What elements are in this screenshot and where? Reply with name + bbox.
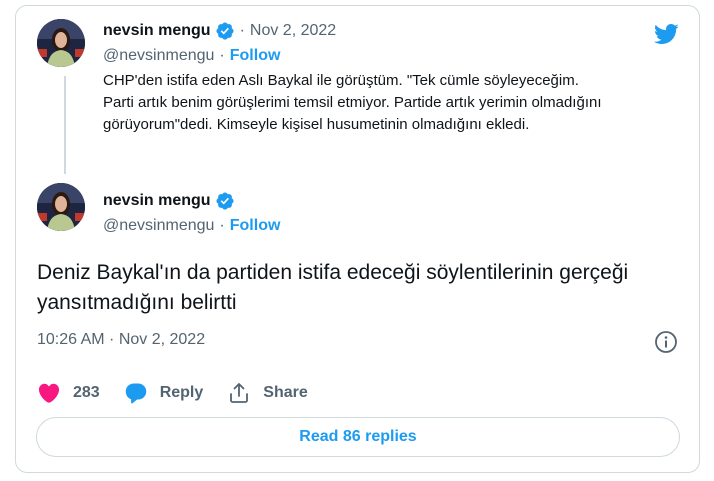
author-handle[interactable]: @nevsinmengu xyxy=(103,217,214,235)
author-avatar[interactable] xyxy=(37,183,85,231)
author-handle-row: @nevsinmengu · Follow xyxy=(103,217,280,235)
author-name[interactable]: nevsin mengu xyxy=(103,192,211,210)
author-row: nevsin mengu xyxy=(103,191,235,211)
twitter-bird-icon[interactable] xyxy=(651,21,681,47)
tweet-text: Deniz Baykal'ın da partiden istifa edece… xyxy=(37,261,629,314)
quoted-tweet-text: CHP'den istifa eden Aslı Baykal ile görü… xyxy=(103,72,602,133)
quoted-author-name[interactable]: nevsin mengu xyxy=(103,22,211,40)
quoted-follow-link[interactable]: Follow xyxy=(230,47,281,65)
speech-bubble-icon xyxy=(125,383,146,404)
quoted-author-avatar[interactable] xyxy=(37,19,85,67)
share-icon xyxy=(230,383,249,403)
tweet-actions: 283 Reply Share xyxy=(37,380,332,406)
reply-label: Reply xyxy=(159,384,204,401)
thread-connector-line xyxy=(64,76,66,174)
verified-badge-icon xyxy=(215,21,235,41)
read-replies-button[interactable]: Read 86 replies xyxy=(36,417,680,457)
follow-link[interactable]: Follow xyxy=(230,217,281,235)
separator-dot: · xyxy=(219,217,225,234)
quoted-author-handle[interactable]: @nevsinmengu xyxy=(103,47,214,65)
separator-dot: · xyxy=(219,47,225,64)
quoted-handle-row: @nevsinmengu · Follow xyxy=(103,47,280,65)
like-button[interactable]: 283 xyxy=(37,381,100,405)
heart-icon xyxy=(38,383,60,403)
reply-button[interactable]: Reply xyxy=(124,381,204,405)
share-button[interactable]: Share xyxy=(227,381,308,405)
verified-badge-icon xyxy=(215,191,235,211)
quoted-tweet-date[interactable]: Nov 2, 2022 xyxy=(250,22,336,40)
like-count: 283 xyxy=(73,384,100,401)
separator-dot: · xyxy=(239,22,245,39)
tweet-timestamp[interactable]: 10:26 AM · Nov 2, 2022 xyxy=(37,331,205,349)
quoted-author-row: nevsin mengu · Nov 2, 2022 xyxy=(103,21,336,41)
info-icon[interactable] xyxy=(654,330,678,354)
share-label: Share xyxy=(263,384,308,401)
